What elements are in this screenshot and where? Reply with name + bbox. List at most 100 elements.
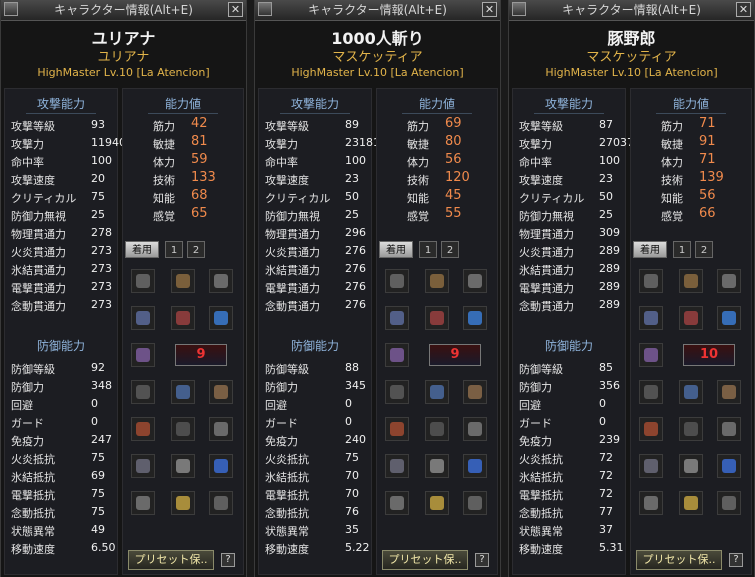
equipment-slot[interactable] [639, 306, 663, 330]
equipment-slot[interactable] [717, 269, 741, 293]
equipment-slot[interactable] [679, 306, 703, 330]
stat-label: 攻撃等級 [11, 120, 55, 133]
preset-save-button[interactable]: プリセット保.. [636, 550, 722, 570]
close-button[interactable]: ✕ [736, 2, 751, 17]
defense-stat-row: 火炎抵抗 72 [513, 449, 625, 467]
stat-label: 念動貫通力 [265, 300, 320, 313]
tab-preset-2[interactable]: 2 [187, 241, 205, 258]
equipment-slot[interactable] [639, 269, 663, 293]
equipment-slot[interactable] [679, 454, 703, 478]
equipment-slot[interactable] [679, 491, 703, 515]
stat-value: 309 [599, 226, 620, 239]
ability-label: 体力 [661, 156, 683, 169]
defense-section-title: 防御能力 [544, 339, 593, 353]
equipment-slot[interactable] [717, 491, 741, 515]
equipment-slot[interactable] [209, 306, 233, 330]
equipment-slot[interactable] [639, 454, 663, 478]
equipment-slot[interactable] [463, 454, 487, 478]
help-button[interactable]: ? [729, 553, 743, 567]
equipment-slot[interactable] [385, 454, 409, 478]
title-bar[interactable]: キャラクター情報(Alt+E) ✕ [255, 0, 500, 21]
equipment-slot[interactable] [171, 269, 195, 293]
tab-preset-1[interactable]: 1 [165, 241, 183, 258]
stat-label: 防御力 [519, 381, 552, 394]
equipment-slot[interactable] [209, 417, 233, 441]
equipment-slot[interactable] [639, 417, 663, 441]
preset-save-button[interactable]: プリセット保.. [128, 550, 214, 570]
equipment-slot[interactable] [425, 454, 449, 478]
stat-value: 100 [599, 154, 620, 167]
equipment-slot[interactable] [131, 306, 155, 330]
equipment-slot[interactable] [131, 417, 155, 441]
equipment-slot[interactable] [385, 417, 409, 441]
equipment-slot[interactable] [131, 491, 155, 515]
equipment-slot[interactable] [131, 454, 155, 478]
equipment-slot[interactable] [385, 269, 409, 293]
equipment-slot[interactable] [717, 380, 741, 404]
preset-save-button[interactable]: プリセット保.. [382, 550, 468, 570]
help-button[interactable]: ? [475, 553, 489, 567]
stat-value: 88 [345, 361, 359, 374]
stat-label: 免疫力 [265, 435, 298, 448]
equipment-slot[interactable] [679, 269, 703, 293]
tab-preset-2[interactable]: 2 [441, 241, 459, 258]
equipment-slot[interactable] [171, 491, 195, 515]
ability-stat-row: 感覚 55 [377, 206, 497, 224]
defense-stat-row: 移動速度 5.31 [513, 539, 625, 557]
tab-preset-1[interactable]: 1 [673, 241, 691, 258]
equipment-slot[interactable] [717, 306, 741, 330]
equipment-slot[interactable] [717, 417, 741, 441]
equipment-slot[interactable] [425, 417, 449, 441]
tab-preset-1[interactable]: 1 [419, 241, 437, 258]
equipment-slot[interactable] [385, 306, 409, 330]
equipment-slot[interactable] [209, 491, 233, 515]
tab-preset-2[interactable]: 2 [695, 241, 713, 258]
equipment-slot[interactable] [425, 380, 449, 404]
stat-label: 氷結貫通力 [519, 264, 574, 277]
tab-equipped[interactable]: 着用 [125, 241, 159, 258]
equipment-slot[interactable] [639, 491, 663, 515]
equipment-slot[interactable] [463, 380, 487, 404]
equipment-slot[interactable] [639, 343, 663, 367]
equipment-slot[interactable] [131, 343, 155, 367]
ability-equipment-column: 能力値 筋力 71 敏捷 91 体力 71 技術 139 知能 56 感覚 66 着用 1 2 10 プリセット保… [630, 88, 752, 575]
ability-stat-row: 体力 71 [631, 152, 751, 170]
equipment-slot[interactable] [171, 454, 195, 478]
equipment-slot[interactable] [717, 454, 741, 478]
equipment-slot[interactable] [679, 417, 703, 441]
equipment-slot[interactable] [425, 491, 449, 515]
tab-equipped[interactable]: 着用 [633, 241, 667, 258]
equipment-slot[interactable] [131, 269, 155, 293]
equipment-slot[interactable] [385, 380, 409, 404]
equipment-slot[interactable] [425, 269, 449, 293]
equipment-slot[interactable] [463, 491, 487, 515]
window-icon [258, 2, 272, 16]
close-button[interactable]: ✕ [482, 2, 497, 17]
close-button[interactable]: ✕ [228, 2, 243, 17]
equipment-slot[interactable] [463, 269, 487, 293]
title-bar[interactable]: キャラクター情報(Alt+E) ✕ [1, 0, 246, 21]
equipment-slot[interactable] [171, 380, 195, 404]
equipment-slot[interactable] [385, 491, 409, 515]
window-title: キャラクター情報(Alt+E) [308, 3, 447, 17]
equipment-slot[interactable] [425, 306, 449, 330]
tab-equipped[interactable]: 着用 [379, 241, 413, 258]
help-button[interactable]: ? [221, 553, 235, 567]
equipment-slot[interactable] [463, 306, 487, 330]
attack-stat-row: 電撃貫通力 273 [5, 278, 117, 296]
equipment-slot[interactable] [209, 380, 233, 404]
equipment-slot[interactable] [209, 454, 233, 478]
attack-stat-row: 物理貫通力 309 [513, 224, 625, 242]
equipment-slot[interactable] [385, 343, 409, 367]
equipment-slot[interactable] [171, 306, 195, 330]
equipment-slot[interactable] [131, 380, 155, 404]
title-bar[interactable]: キャラクター情報(Alt+E) ✕ [509, 0, 754, 21]
equipment-slot[interactable] [679, 380, 703, 404]
ability-stat-row: 体力 59 [123, 152, 243, 170]
equipment-slot[interactable] [171, 417, 195, 441]
equipment-slot[interactable] [463, 417, 487, 441]
equipment-slot[interactable] [639, 380, 663, 404]
defense-stat-row: 状態異常 37 [513, 521, 625, 539]
attack-stat-row: 電撃貫通力 276 [259, 278, 371, 296]
equipment-slot[interactable] [209, 269, 233, 293]
